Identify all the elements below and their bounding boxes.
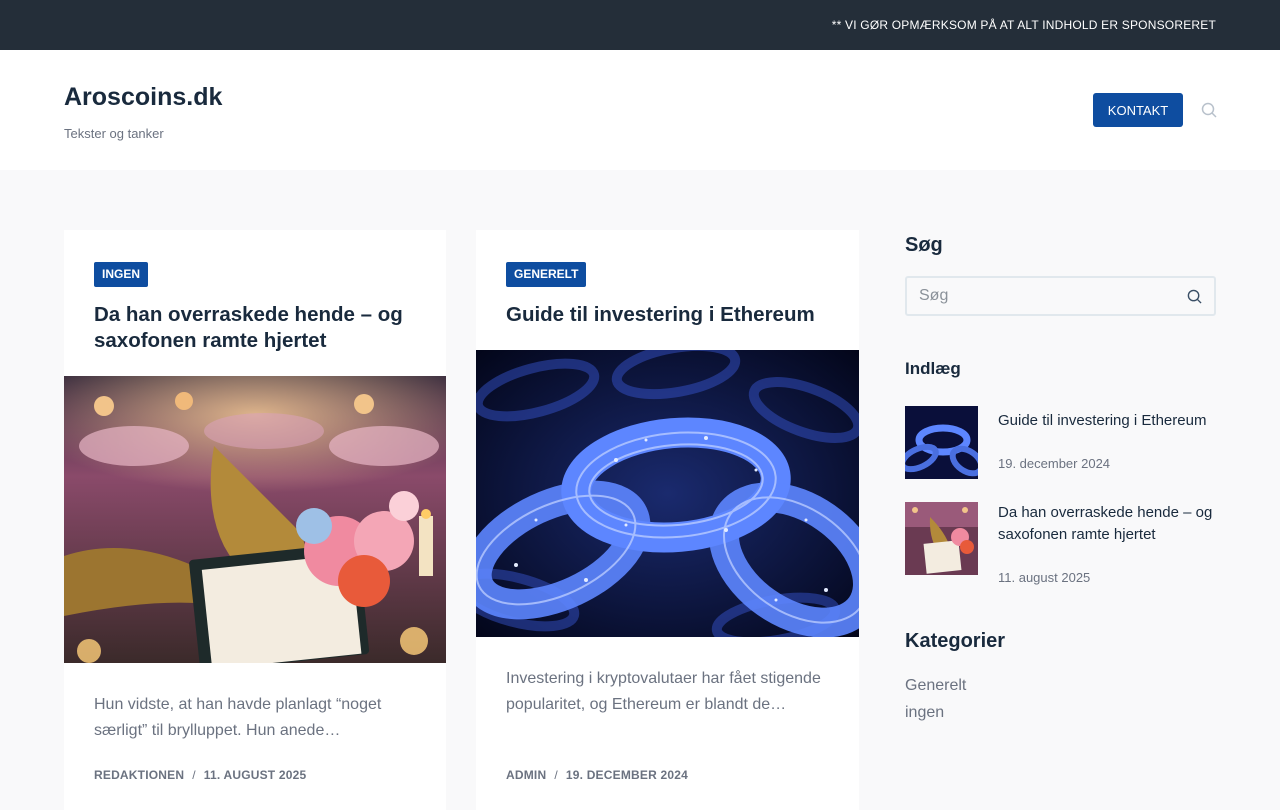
blockchain-thumbnail-image: [905, 406, 978, 479]
contact-button[interactable]: KONTAKT: [1093, 93, 1183, 127]
post-author-link[interactable]: ADMIN: [506, 768, 546, 782]
post-featured-image[interactable]: [476, 350, 859, 637]
site-tagline: Tekster og tanker: [64, 126, 164, 141]
sponsored-notice: ** VI GØR OPMÆRKSOM PÅ AT ALT INDHOLD ER…: [831, 18, 1216, 32]
category-badge[interactable]: INGEN: [94, 262, 149, 287]
category-link-generelt[interactable]: Generelt: [905, 677, 966, 695]
wedding-saxophone-image: [64, 376, 446, 663]
blockchain-chain-image: [476, 350, 859, 637]
recent-post-item[interactable]: Da han overraskede hende – og saxofonen …: [905, 502, 1216, 592]
post-excerpt: Hun vidste, at han havde planlagt “noget…: [94, 696, 382, 739]
search-icon[interactable]: [1187, 289, 1202, 304]
meta-separator: /: [554, 768, 558, 782]
post-author-link[interactable]: REDAKTIONEN: [94, 768, 184, 782]
post-date: 19. DECEMBER 2024: [565, 768, 688, 782]
recent-post-title[interactable]: Da han overraskede hende – og saxofonen …: [998, 502, 1218, 546]
recent-post-thumbnail[interactable]: [905, 406, 978, 479]
sidebar-categories-heading: Kategorier: [905, 630, 1006, 652]
recent-post-date: 11. august 2025: [998, 570, 1091, 585]
post-title-link[interactable]: Guide til investering i Ethereum: [506, 302, 836, 328]
post-card: GENERELT Guide til investering i Ethereu…: [476, 230, 859, 810]
category-link-ingen[interactable]: ingen: [905, 704, 944, 722]
post-meta: REDAKTIONEN / 11. AUGUST 2025: [94, 768, 306, 782]
meta-separator: /: [192, 768, 196, 782]
post-title-link[interactable]: Da han overraskede hende – og saxofonen …: [94, 302, 424, 354]
post-featured-image[interactable]: [64, 376, 446, 663]
recent-post-title[interactable]: Guide til investering i Ethereum: [998, 410, 1218, 432]
post-excerpt: Investering i kryptovalutaer har fået st…: [506, 670, 821, 713]
post-card: INGEN Da han overraskede hende – og saxo…: [64, 230, 446, 810]
site-title-link[interactable]: Aroscoins.dk: [64, 83, 222, 112]
post-meta: ADMIN / 19. DECEMBER 2024: [506, 768, 688, 782]
category-badge[interactable]: GENERELT: [506, 262, 587, 287]
recent-post-date: 19. december 2024: [998, 456, 1111, 471]
recent-post-thumbnail[interactable]: [905, 502, 978, 575]
sidebar-posts-heading: Indlæg: [905, 359, 961, 378]
search-icon[interactable]: [1201, 102, 1217, 118]
wedding-thumbnail-image: [905, 502, 978, 575]
site-header: Aroscoins.dk Tekster og tanker KONTAKT: [0, 50, 1280, 170]
post-date: 11. AUGUST 2025: [203, 768, 307, 782]
top-notice-bar: ** VI GØR OPMÆRKSOM PÅ AT ALT INDHOLD ER…: [0, 0, 1280, 50]
sidebar-search-input[interactable]: [907, 278, 1167, 314]
sidebar-search-box: [905, 276, 1216, 316]
sidebar-search-heading: Søg: [905, 234, 943, 256]
recent-post-item[interactable]: Guide til investering i Ethereum 19. dec…: [905, 406, 1216, 479]
